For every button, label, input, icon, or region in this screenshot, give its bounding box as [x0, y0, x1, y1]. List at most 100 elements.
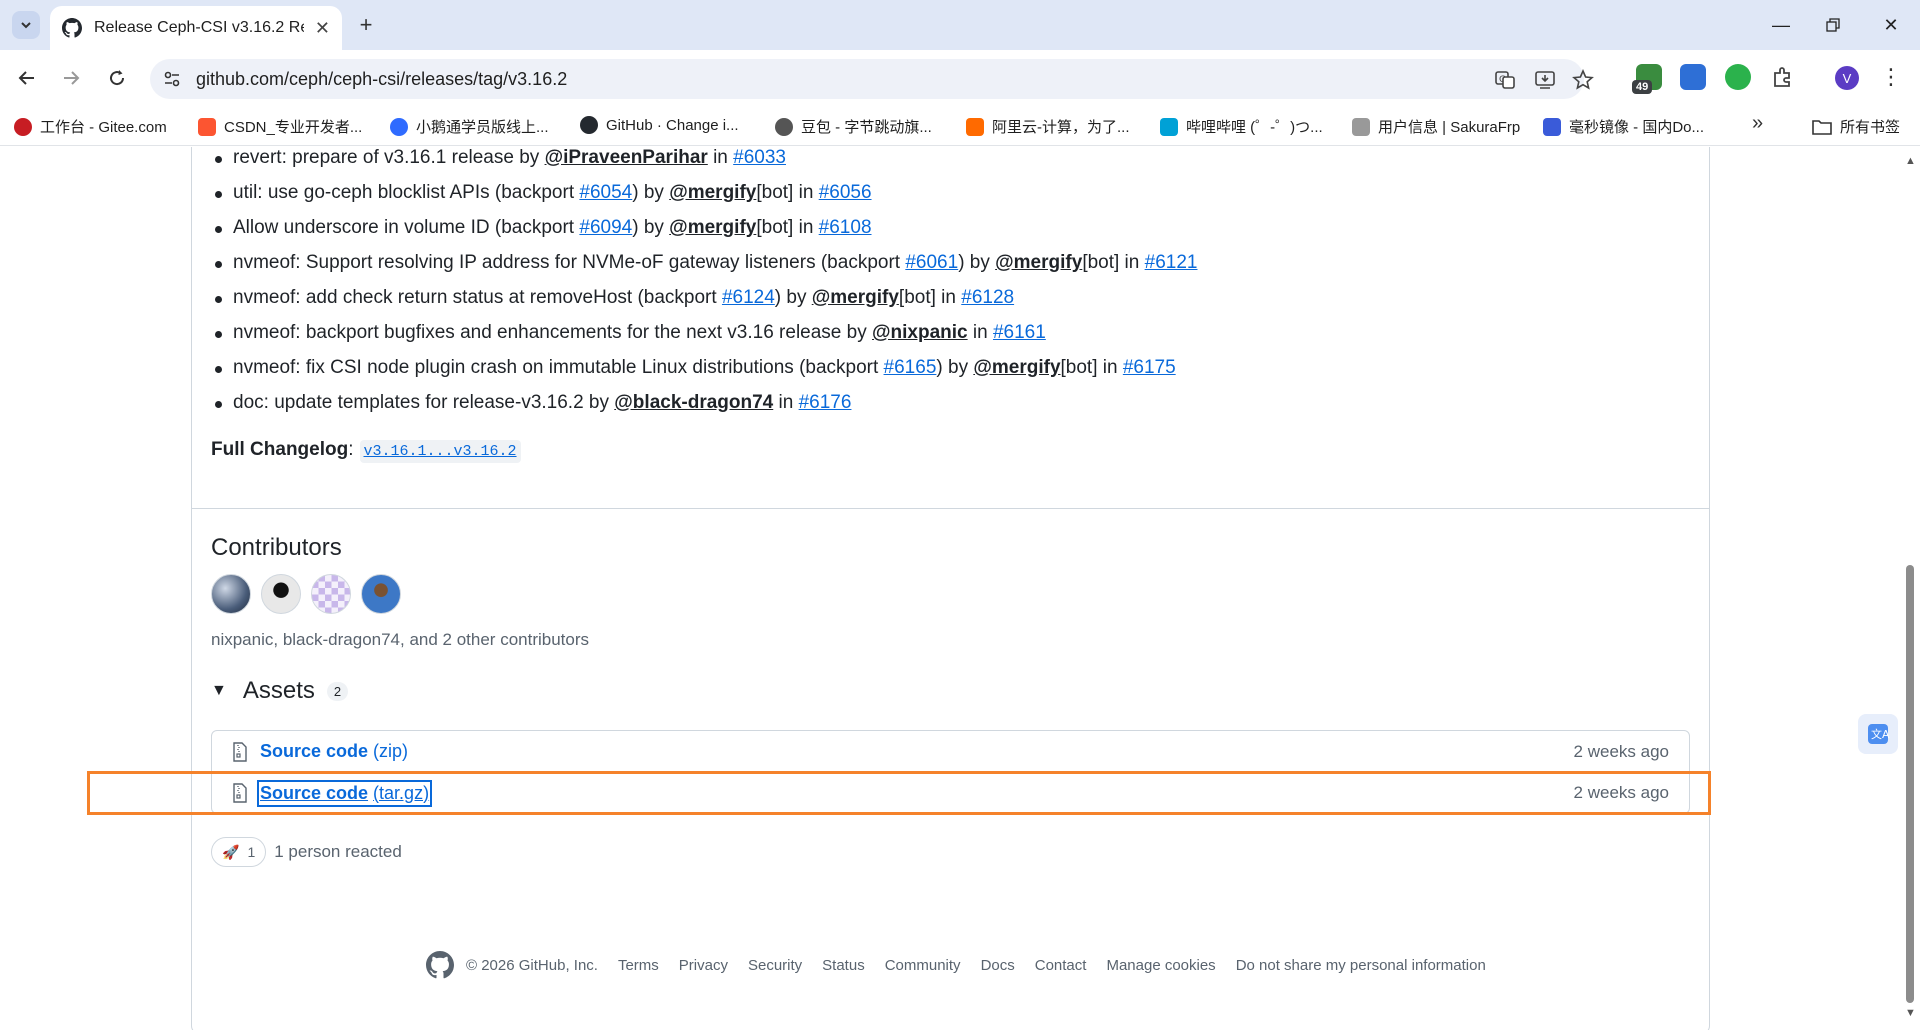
backport-link[interactable]: #6054: [579, 182, 632, 203]
pr-link[interactable]: #6128: [961, 287, 1014, 308]
backport-link[interactable]: #6165: [884, 357, 937, 378]
assets-heading: Assets: [242, 677, 315, 704]
restore-icon: [1826, 18, 1840, 32]
bookmark-csdn[interactable]: CSDN_专业开发者...: [198, 116, 362, 137]
translate-extension-icon[interactable]: [1680, 64, 1706, 90]
footer-link-contact[interactable]: Contact: [1035, 957, 1087, 974]
minimize-button[interactable]: —: [1766, 12, 1796, 38]
change-item: nvmeof: backport bugfixes and enhancemen…: [214, 322, 1197, 357]
scroll-up-arrow-icon[interactable]: ▲: [1905, 155, 1916, 167]
pr-link[interactable]: #6176: [799, 392, 852, 413]
bookmark-sakurafrp[interactable]: 用户信息 | SakuraFrp: [1352, 116, 1520, 137]
user-link[interactable]: @black-dragon74: [614, 392, 773, 413]
forward-button[interactable]: [56, 63, 86, 93]
file-zip-icon: [233, 741, 247, 762]
asset-row-zip: Source code (zip) 2 weeks ago: [212, 731, 1689, 772]
site-info-icon[interactable]: [162, 69, 182, 89]
avatar[interactable]: [311, 574, 351, 614]
floating-translate-button[interactable]: 文A: [1858, 714, 1898, 754]
restore-button[interactable]: [1818, 12, 1848, 38]
backport-link[interactable]: #6124: [722, 287, 775, 308]
bookmark-star-icon[interactable]: [1572, 69, 1594, 91]
footer-link-do-not-share[interactable]: Do not share my personal information: [1236, 957, 1486, 974]
user-link[interactable]: @mergify: [995, 252, 1082, 273]
footer-link-terms[interactable]: Terms: [618, 957, 659, 974]
translate-page-icon[interactable]: G: [1494, 69, 1516, 91]
bookmark-xiaoe[interactable]: 小鹅通学员版线上...: [390, 116, 549, 137]
pr-link[interactable]: #6108: [819, 217, 872, 238]
bookmark-github[interactable]: GitHub · Change i...: [580, 116, 739, 134]
translate-icon: 文A: [1868, 724, 1890, 744]
user-link[interactable]: @mergify: [669, 182, 756, 203]
user-link[interactable]: @nixpanic: [872, 322, 968, 343]
close-icon[interactable]: ✕: [315, 18, 330, 39]
pr-link[interactable]: #6056: [819, 182, 872, 203]
extensions-puzzle-icon[interactable]: [1770, 64, 1796, 90]
scroll-down-arrow-icon[interactable]: ▼: [1905, 1007, 1916, 1019]
change-item: nvmeof: add check return status at remov…: [214, 287, 1197, 322]
avatar[interactable]: [211, 574, 251, 614]
avatar[interactable]: [261, 574, 301, 614]
tab-search-button[interactable]: [12, 11, 40, 39]
active-tab[interactable]: Release Ceph-CSI v3.16.2 Rel ✕: [50, 6, 342, 50]
footer-copyright: © 2026 GitHub, Inc.: [466, 956, 598, 974]
close-window-button[interactable]: ✕: [1876, 12, 1906, 38]
profile-avatar[interactable]: V: [1835, 66, 1859, 90]
site-footer: © 2026 GitHub, Inc. Terms Privacy Securi…: [426, 951, 1506, 979]
url-text: github.com/ceph/ceph-csi/releases/tag/v3…: [196, 69, 568, 89]
footer-link-privacy[interactable]: Privacy: [679, 957, 728, 974]
changelog-compare-link[interactable]: v3.16.1...v3.16.2: [359, 440, 521, 463]
address-bar[interactable]: github.com/ceph/ceph-csi/releases/tag/v3…: [150, 59, 1594, 99]
bookmarks-overflow-button[interactable]: »: [1752, 112, 1763, 135]
highlight-box: [87, 771, 1711, 815]
footer-link-status[interactable]: Status: [822, 957, 865, 974]
change-item: nvmeof: Support resolving IP address for…: [214, 252, 1198, 287]
user-link[interactable]: @iPraveenParihar: [545, 147, 708, 168]
node-extension-icon[interactable]: [1725, 64, 1751, 90]
footer-link-community[interactable]: Community: [885, 957, 961, 974]
bookmarks-folder[interactable]: 所有书签: [1812, 116, 1900, 137]
footer-link-security[interactable]: Security: [748, 957, 802, 974]
pr-link[interactable]: #6033: [733, 147, 786, 168]
footer-link-docs[interactable]: Docs: [981, 957, 1015, 974]
back-button[interactable]: [12, 63, 42, 93]
reaction-button[interactable]: 🚀 1: [211, 837, 267, 867]
pr-link[interactable]: #6175: [1123, 357, 1176, 378]
pr-link[interactable]: #6121: [1145, 252, 1198, 273]
assets-toggle[interactable]: ▼ Assets 2: [211, 677, 349, 705]
menu-dots-icon[interactable]: ⋮: [1880, 64, 1902, 90]
tab-title: Release Ceph-CSI v3.16.2 Rel: [94, 19, 304, 36]
tab-strip: Release Ceph-CSI v3.16.2 Rel ✕ + — ✕: [0, 0, 1920, 50]
avatar[interactable]: [361, 574, 401, 614]
chevron-down-icon: [21, 22, 31, 29]
asset-link[interactable]: Source code (zip): [260, 741, 408, 762]
user-link[interactable]: @mergify: [669, 217, 756, 238]
user-link[interactable]: @mergify: [812, 287, 899, 308]
change-item: doc: update templates for release-v3.16.…: [214, 392, 1197, 427]
bookmark-aliyun[interactable]: 阿里云-计算，为了...: [966, 116, 1130, 137]
xiaoe-icon: [390, 117, 408, 136]
footer-link-manage-cookies[interactable]: Manage cookies: [1106, 957, 1215, 974]
changes-list: revert: prepare of v3.16.1 release by @i…: [214, 147, 1198, 427]
bookmark-gitee[interactable]: 工作台 - Gitee.com: [14, 116, 167, 137]
install-app-icon[interactable]: [1534, 69, 1556, 91]
user-link[interactable]: @mergify: [973, 357, 1060, 378]
backport-link[interactable]: #6061: [905, 252, 958, 273]
reload-button[interactable]: [102, 63, 132, 93]
pr-link[interactable]: #6161: [993, 322, 1046, 343]
backport-link[interactable]: #6094: [579, 217, 632, 238]
reactions: 🚀 1 1 person reacted: [211, 837, 402, 867]
caret-down-icon: ▼: [211, 682, 227, 699]
github-icon: [580, 116, 598, 134]
scrollbar-thumb[interactable]: [1906, 565, 1914, 1003]
github-logo-icon[interactable]: [426, 951, 454, 979]
change-item: nvmeof: fix CSI node plugin crash on imm…: [214, 357, 1197, 392]
globe-icon: [775, 117, 793, 136]
bookmark-doubao[interactable]: 豆包 - 字节跳动旗...: [775, 116, 932, 137]
page-scrollbar[interactable]: ▲ ▼: [1900, 147, 1920, 1030]
new-tab-button[interactable]: +: [352, 11, 380, 39]
browser-toolbar: github.com/ceph/ceph-csi/releases/tag/v3…: [0, 50, 1920, 106]
bookmark-mirror[interactable]: 毫秒镜像 - 国内Do...: [1543, 116, 1704, 137]
section-divider: [192, 508, 1709, 509]
bookmark-bilibili[interactable]: 哔哩哔哩 (゜-゜)つ...: [1160, 116, 1323, 137]
